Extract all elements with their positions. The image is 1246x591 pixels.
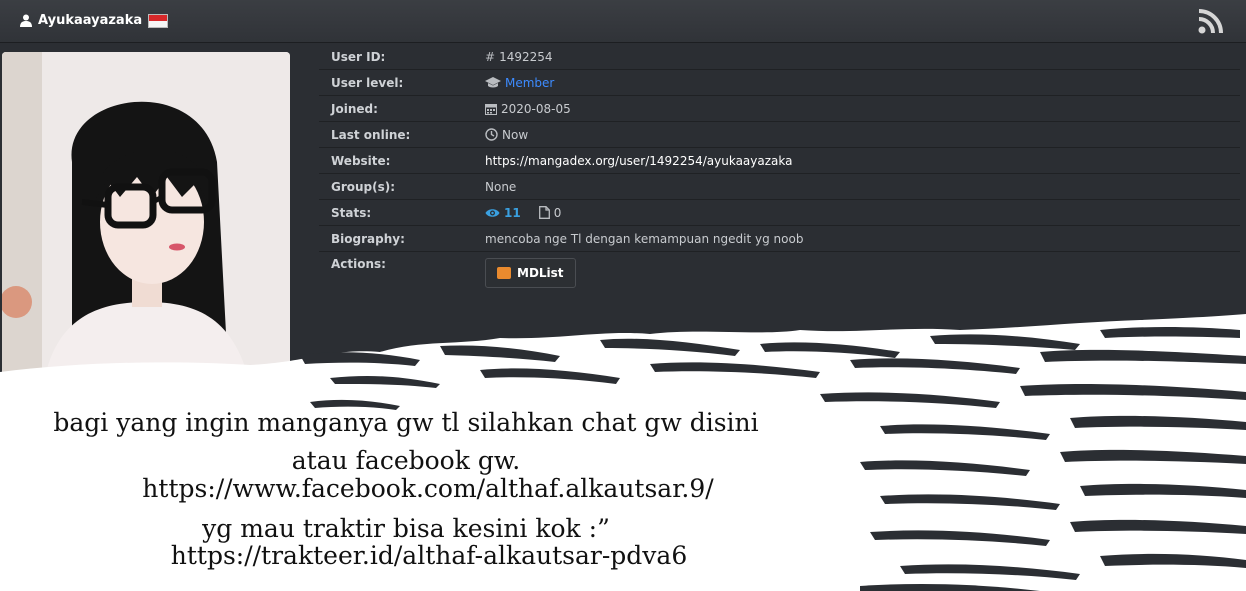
username-text: Ayukaayazaka	[38, 13, 143, 28]
profile-info-table: User ID: # 1492254 User level: Member Jo…	[319, 44, 1240, 300]
row-user-id: User ID: # 1492254	[319, 44, 1240, 70]
actions-label: Actions:	[331, 257, 386, 271]
user-id-label: User ID:	[331, 49, 386, 64]
biography-label: Biography:	[331, 231, 405, 246]
file-icon	[538, 206, 550, 219]
mdlist-button[interactable]: MDList	[485, 258, 576, 288]
user-level-label: User level:	[331, 75, 404, 90]
caption-line-2: atau facebook gw.	[291, 446, 521, 475]
caption-trakteer-link: https://trakteer.id/althaf-alkautsar-pdv…	[170, 541, 688, 570]
row-biography: Biography: mencoba nge Tl dengan kemampu…	[319, 226, 1240, 252]
user-id-value: 1492254	[499, 49, 553, 64]
avatar	[2, 52, 290, 392]
mdlist-icon	[497, 267, 511, 279]
website-label: Website:	[331, 153, 391, 168]
hash-icon: #	[485, 49, 496, 64]
row-groups: Group(s): None	[319, 174, 1240, 200]
biography-value: mencoba nge Tl dengan kemampuan ngedit y…	[485, 231, 804, 246]
mdlist-button-label: MDList	[517, 266, 564, 280]
groups-value: None	[485, 179, 517, 194]
clock-icon	[485, 128, 498, 141]
username-heading: Ayukaayazaka	[20, 13, 169, 28]
eye-icon	[485, 208, 500, 217]
uploads-count: 0	[553, 205, 562, 220]
graduation-cap-icon	[485, 77, 501, 88]
caption-line-1: bagi yang ingin manganya gw tl silahkan …	[53, 408, 759, 437]
row-actions: Actions: MDList	[319, 252, 1240, 300]
avatar-photo	[2, 52, 290, 392]
row-joined: Joined: 2020-08-05	[319, 96, 1240, 122]
joined-value: 2020-08-05	[501, 101, 571, 116]
views-count: 11	[504, 205, 521, 220]
row-stats: Stats: 11 0	[319, 200, 1240, 226]
joined-label: Joined:	[331, 101, 378, 116]
row-website: Website: https://mangadex.org/user/14922…	[319, 148, 1240, 174]
row-user-level: User level: Member	[319, 70, 1240, 96]
row-last-online: Last online: Now	[319, 122, 1240, 148]
caption-facebook-link: https://www.facebook.com/althaf.alkautsa…	[142, 474, 714, 503]
profile-header-bar: Ayukaayazaka	[0, 0, 1246, 43]
calendar-icon	[485, 103, 497, 115]
website-link[interactable]: https://mangadex.org/user/1492254/ayukaa…	[485, 154, 792, 168]
rss-feed-icon[interactable]	[1198, 8, 1224, 34]
user-level-link[interactable]: Member	[505, 76, 554, 90]
user-icon	[20, 14, 32, 27]
indonesia-flag-icon	[148, 13, 169, 28]
last-online-label: Last online:	[331, 127, 411, 142]
groups-label: Group(s):	[331, 179, 396, 194]
caption-line-4: yg mau traktir bisa kesini kok :”	[202, 514, 610, 543]
last-online-value: Now	[502, 127, 529, 142]
stats-label: Stats:	[331, 205, 372, 220]
